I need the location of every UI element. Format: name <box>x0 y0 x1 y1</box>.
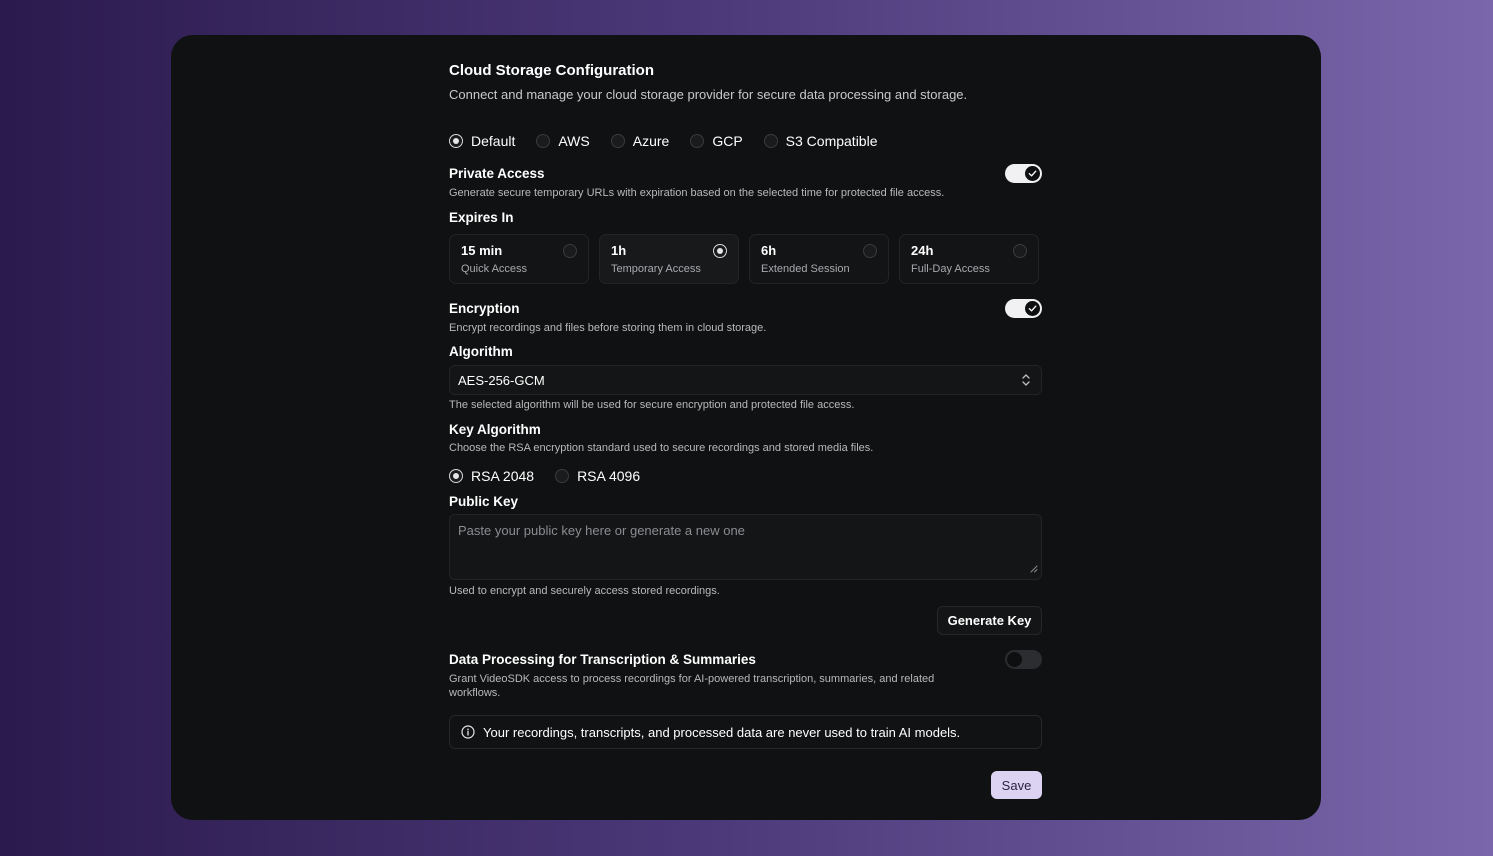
data-processing-toggle[interactable] <box>1005 650 1042 669</box>
expires-option-1h[interactable]: 1h Temporary Access <box>599 234 739 284</box>
expires-option-subtitle: Quick Access <box>461 263 528 275</box>
algorithm-help: The selected algorithm will be used for … <box>449 399 855 411</box>
provider-option-aws[interactable]: AWS <box>536 133 590 149</box>
settings-panel: Cloud Storage Configuration Connect and … <box>171 35 1321 820</box>
provider-label: S3 Compatible <box>785 133 878 149</box>
key-algorithm-description: Choose the RSA encryption standard used … <box>449 442 874 454</box>
provider-option-gcp[interactable]: GCP <box>690 133 743 149</box>
info-icon <box>461 725 475 739</box>
algorithm-select[interactable]: AES-256-GCM <box>449 365 1042 395</box>
public-key-label: Public Key <box>449 494 519 509</box>
public-key-help: Used to encrypt and securely access stor… <box>449 585 720 597</box>
key-option-label: RSA 4096 <box>577 468 641 484</box>
privacy-notice: Your recordings, transcripts, and proces… <box>449 715 1042 749</box>
radio-unselected[interactable] <box>863 244 877 258</box>
page-subtitle: Connect and manage your cloud storage pr… <box>449 87 968 102</box>
radio-unselected[interactable] <box>763 134 778 148</box>
radio-selected[interactable] <box>713 244 727 258</box>
generate-key-button[interactable]: Generate Key <box>937 606 1042 635</box>
check-icon <box>1025 166 1040 181</box>
resize-handle-icon[interactable] <box>1029 561 1038 576</box>
key-option-rsa-2048[interactable]: RSA 2048 <box>449 468 534 484</box>
public-key-placeholder: Paste your public key here or generate a… <box>458 523 745 538</box>
expires-in-label: Expires In <box>449 210 514 225</box>
expires-options: 15 min Quick Access 1h Temporary Access … <box>449 234 1039 284</box>
expires-option-15min[interactable]: 15 min Quick Access <box>449 234 589 284</box>
provider-option-azure[interactable]: Azure <box>610 133 670 149</box>
private-access-description: Generate secure temporary URLs with expi… <box>449 187 945 199</box>
provider-option-default[interactable]: Default <box>449 133 515 149</box>
expires-option-title: 1h <box>611 243 627 258</box>
radio-selected[interactable] <box>449 469 463 483</box>
page-title: Cloud Storage Configuration <box>449 62 654 79</box>
public-key-textarea[interactable]: Paste your public key here or generate a… <box>449 514 1042 580</box>
check-icon <box>1025 301 1040 316</box>
provider-label: Azure <box>632 133 670 149</box>
radio-unselected[interactable] <box>563 244 577 258</box>
expires-option-subtitle: Full-Day Access <box>911 263 990 275</box>
radio-unselected[interactable] <box>1013 244 1027 258</box>
encryption-label: Encryption <box>449 301 520 316</box>
data-processing-description-line1: Grant VideoSDK access to process recordi… <box>449 673 935 685</box>
toggle-knob <box>1007 652 1022 667</box>
expires-option-title: 6h <box>761 243 777 258</box>
provider-label: AWS <box>558 133 590 149</box>
algorithm-value: AES-256-GCM <box>458 372 545 388</box>
radio-unselected[interactable] <box>555 469 570 483</box>
provider-radio-group: Default AWS Azure GCP S3 Compatible <box>449 133 898 149</box>
privacy-notice-text: Your recordings, transcripts, and proces… <box>483 724 961 740</box>
key-option-label: RSA 2048 <box>471 468 535 484</box>
key-option-rsa-4096[interactable]: RSA 4096 <box>555 468 640 484</box>
chevron-up-down-icon <box>1020 373 1032 390</box>
expires-option-6h[interactable]: 6h Extended Session <box>749 234 889 284</box>
provider-label: Default <box>471 133 516 149</box>
expires-option-24h[interactable]: 24h Full-Day Access <box>899 234 1039 284</box>
data-processing-label: Data Processing for Transcription & Summ… <box>449 652 756 667</box>
data-processing-description-line2: workflows. <box>449 687 501 699</box>
key-algorithm-radio-group: RSA 2048 RSA 4096 <box>449 468 661 484</box>
radio-unselected[interactable] <box>536 134 551 148</box>
expires-option-title: 24h <box>911 243 934 258</box>
save-button[interactable]: Save <box>991 771 1042 799</box>
algorithm-label: Algorithm <box>449 344 513 359</box>
key-algorithm-label: Key Algorithm <box>449 422 541 437</box>
provider-label: GCP <box>712 133 743 149</box>
encryption-toggle[interactable] <box>1005 299 1042 318</box>
private-access-label: Private Access <box>449 166 545 181</box>
encryption-description: Encrypt recordings and files before stor… <box>449 322 767 334</box>
expires-option-subtitle: Extended Session <box>761 263 850 275</box>
radio-unselected[interactable] <box>690 134 705 148</box>
radio-selected[interactable] <box>449 134 463 148</box>
expires-option-title: 15 min <box>461 243 503 258</box>
provider-option-s3[interactable]: S3 Compatible <box>763 133 878 149</box>
private-access-toggle[interactable] <box>1005 164 1042 183</box>
radio-unselected[interactable] <box>610 134 625 148</box>
expires-option-subtitle: Temporary Access <box>611 263 701 275</box>
